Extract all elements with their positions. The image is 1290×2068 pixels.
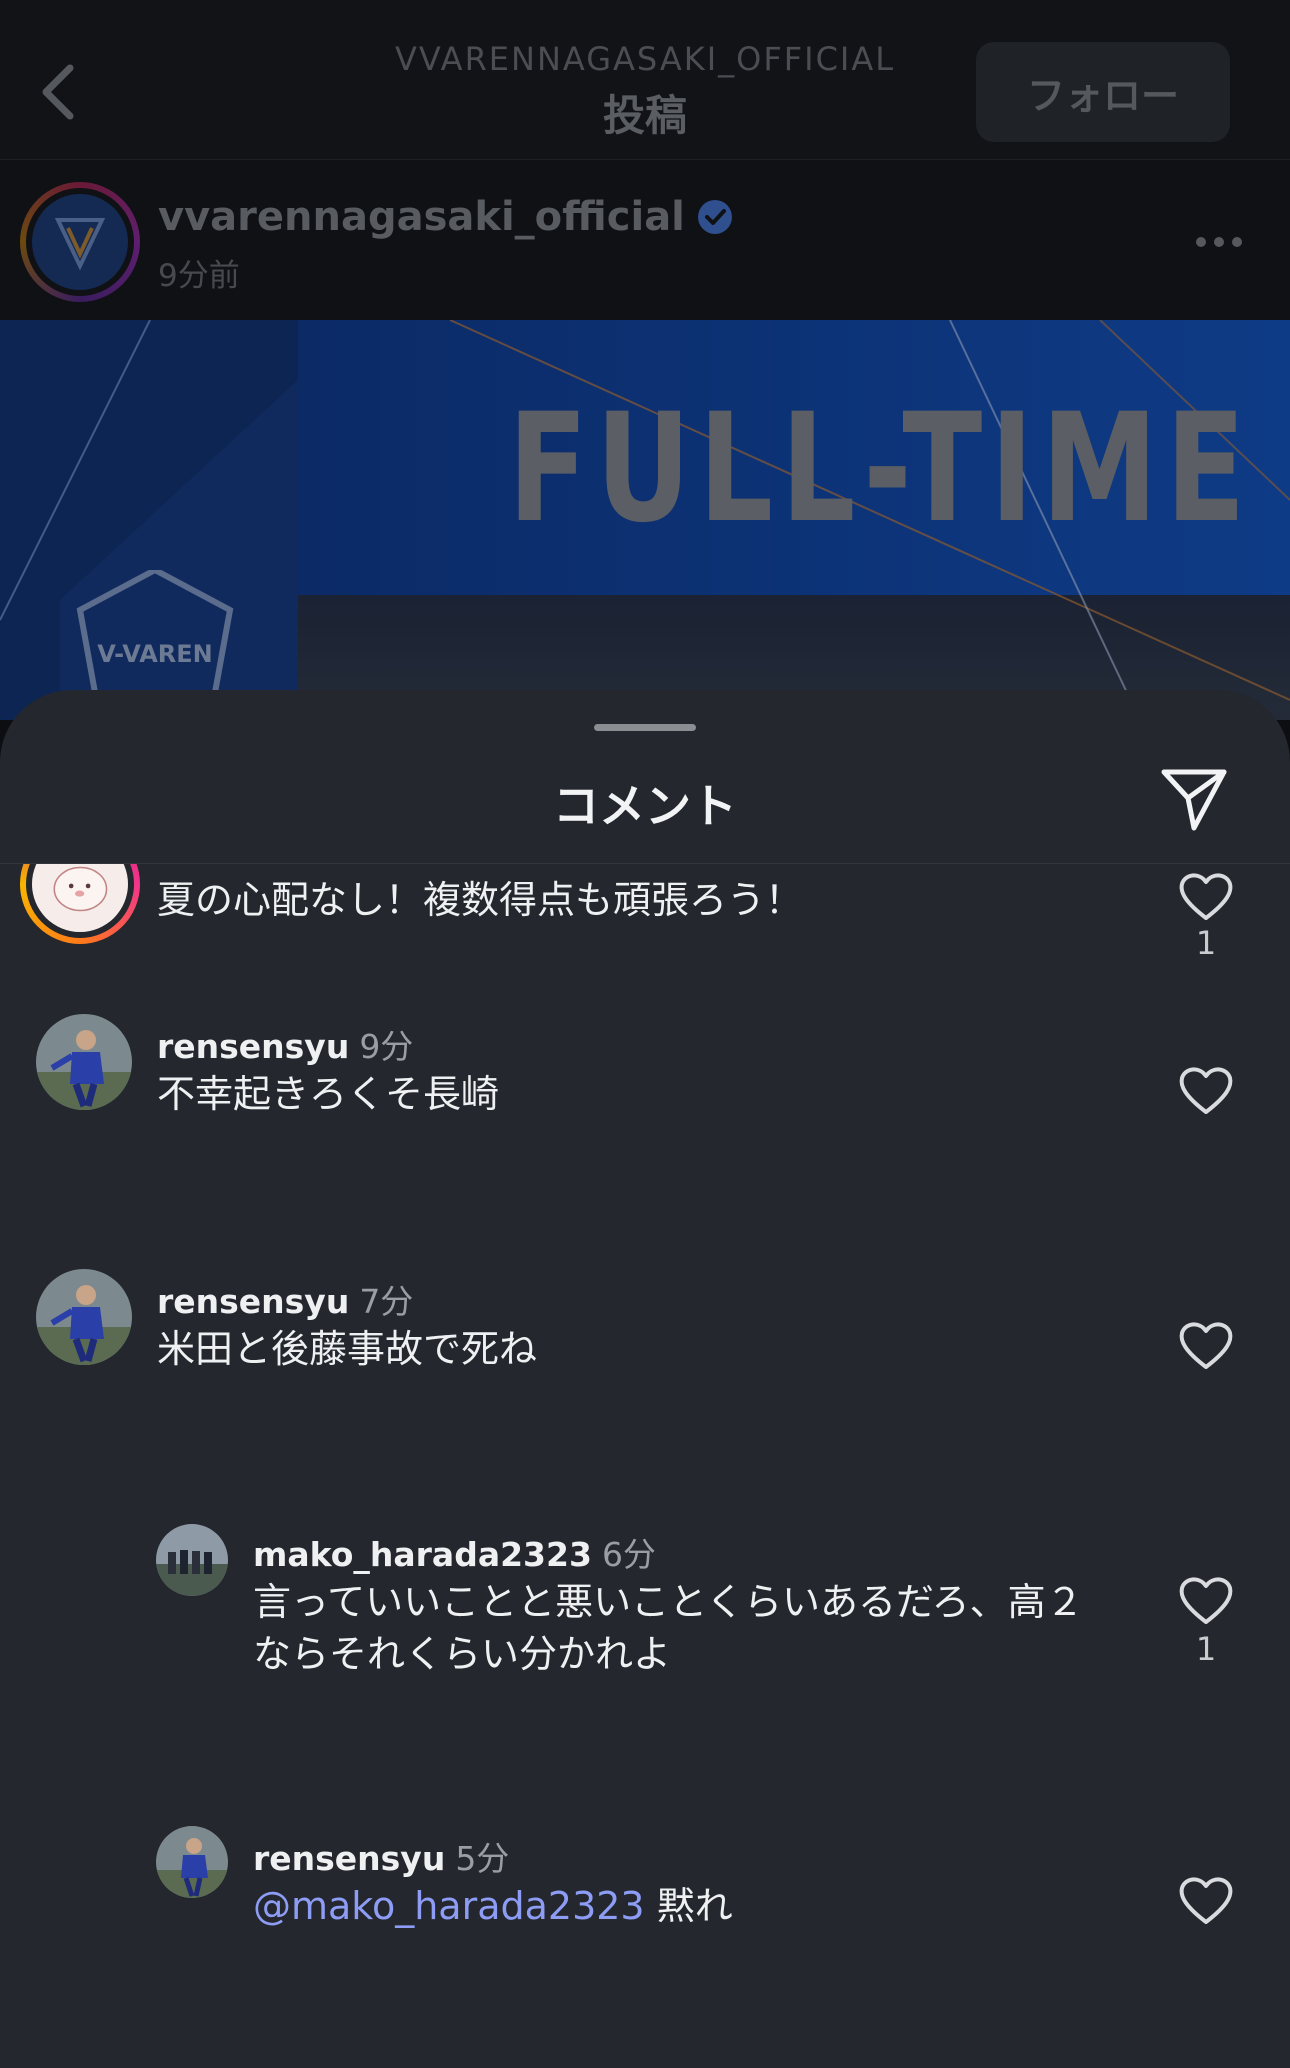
post-time: 9分前 bbox=[158, 258, 240, 294]
top-title-group: VVARENNAGASAKI_OFFICIAL 投稿 bbox=[300, 40, 990, 143]
mention-link[interactable]: @mako_harada2323 bbox=[253, 1884, 645, 1928]
follow-button[interactable]: フォロー bbox=[976, 42, 1230, 142]
heart-icon bbox=[1179, 1877, 1233, 1924]
comment-username[interactable]: rensensyu bbox=[157, 1282, 349, 1321]
share-button[interactable] bbox=[1158, 762, 1230, 834]
more-options-button[interactable] bbox=[1196, 230, 1252, 254]
comment-time: 9分 bbox=[359, 1027, 414, 1066]
crest-text: V-VAREN bbox=[97, 640, 213, 668]
post-header: vvarennagasaki_official 9分前 bbox=[0, 160, 1290, 320]
comment-text: 不幸起きろくそ長崎 bbox=[157, 1072, 500, 1116]
heart-icon bbox=[1179, 1577, 1233, 1624]
post-background: VVARENNAGASAKI_OFFICIAL 投稿 フォロー vvarenna… bbox=[0, 0, 1290, 720]
sheet-title: コメント bbox=[553, 779, 737, 833]
comment-text-line: 言っていいことと悪いことくらいあるだろ、高２ bbox=[253, 1580, 1084, 1624]
share-send-icon bbox=[1161, 769, 1227, 831]
comment-meta: rensensyu 9分 bbox=[157, 1020, 413, 1068]
more-icon bbox=[1196, 237, 1206, 247]
comment-meta: rensensyu 7分 bbox=[157, 1275, 413, 1323]
heart-icon bbox=[1179, 873, 1233, 920]
page-title: 投稿 bbox=[602, 91, 687, 140]
like-button[interactable] bbox=[1177, 1574, 1235, 1626]
top-account-name: VVARENNAGASAKI_OFFICIAL bbox=[394, 40, 896, 78]
comment-body: 黙れ bbox=[656, 1884, 733, 1928]
comment-time: 5分 bbox=[455, 1839, 510, 1878]
back-button[interactable] bbox=[36, 60, 80, 124]
comment-list[interactable]: 夏の心配なし！複数得点も頑張ろう！ 1 rensensyu 9分 不幸起きろくそ… bbox=[0, 864, 1290, 2068]
like-button[interactable] bbox=[1177, 1064, 1235, 1116]
comment-avatar[interactable] bbox=[36, 1014, 132, 1110]
comment-text: 夏の心配なし！複数得点も頑張ろう！ bbox=[157, 878, 804, 922]
comment-text: 米田と後藤事故で死ね bbox=[157, 1327, 538, 1371]
comment-username[interactable]: rensensyu bbox=[253, 1839, 445, 1878]
comment-text: 言っていいことと悪いことくらいあるだろ、高２ ならそれくらい分かれよ bbox=[253, 1576, 1133, 1680]
comment-avatar[interactable] bbox=[156, 1524, 228, 1596]
comments-sheet: コメント 夏の心配なし！複数得点も頑張ろう！ 1 rensensyu 9分 不幸… bbox=[0, 690, 1290, 2068]
comment-meta: mako_harada2323 6分 bbox=[253, 1528, 656, 1576]
like-count: 1 bbox=[1195, 1630, 1217, 1668]
top-bar: VVARENNAGASAKI_OFFICIAL 投稿 フォロー bbox=[0, 0, 1290, 160]
player-photo-icon bbox=[36, 1269, 132, 1365]
post-username[interactable]: vvarennagasaki_official bbox=[158, 194, 685, 240]
post-username-row[interactable]: vvarennagasaki_official bbox=[158, 194, 733, 240]
comment-meta: rensensyu 5分 bbox=[253, 1832, 509, 1880]
comment-avatar[interactable] bbox=[20, 864, 140, 944]
like-button[interactable] bbox=[1177, 1319, 1235, 1371]
team-photo-icon bbox=[156, 1524, 228, 1596]
post-avatar[interactable] bbox=[20, 182, 140, 302]
like-count: 1 bbox=[1195, 924, 1217, 962]
comment-avatar[interactable] bbox=[156, 1826, 228, 1898]
comment-avatar[interactable] bbox=[36, 1269, 132, 1365]
heart-icon bbox=[1179, 1067, 1233, 1114]
comment-username[interactable]: rensensyu bbox=[157, 1027, 349, 1066]
image-fulltime-text: FULL-TIME bbox=[508, 382, 1254, 556]
comment-text-line: ならそれくらい分かれよ bbox=[253, 1632, 672, 1676]
verified-badge-icon bbox=[697, 200, 732, 234]
player-photo-icon bbox=[156, 1826, 228, 1898]
player-photo-icon bbox=[36, 1014, 132, 1110]
like-button[interactable] bbox=[1177, 870, 1235, 922]
back-chevron-icon bbox=[42, 64, 74, 120]
comment-text: @mako_harada2323 黙れ bbox=[253, 1880, 733, 1932]
club-logo-icon bbox=[54, 218, 106, 271]
character-avatar-icon bbox=[53, 866, 107, 911]
heart-icon bbox=[1179, 1322, 1233, 1369]
comment-time: 6分 bbox=[601, 1535, 656, 1574]
sheet-grabber[interactable] bbox=[594, 724, 696, 731]
post-image[interactable]: FULL-TIME V-VAREN bbox=[0, 320, 1290, 720]
comment-username[interactable]: mako_harada2323 bbox=[253, 1535, 592, 1574]
like-button[interactable] bbox=[1177, 1874, 1235, 1926]
comment-time: 7分 bbox=[359, 1282, 414, 1321]
